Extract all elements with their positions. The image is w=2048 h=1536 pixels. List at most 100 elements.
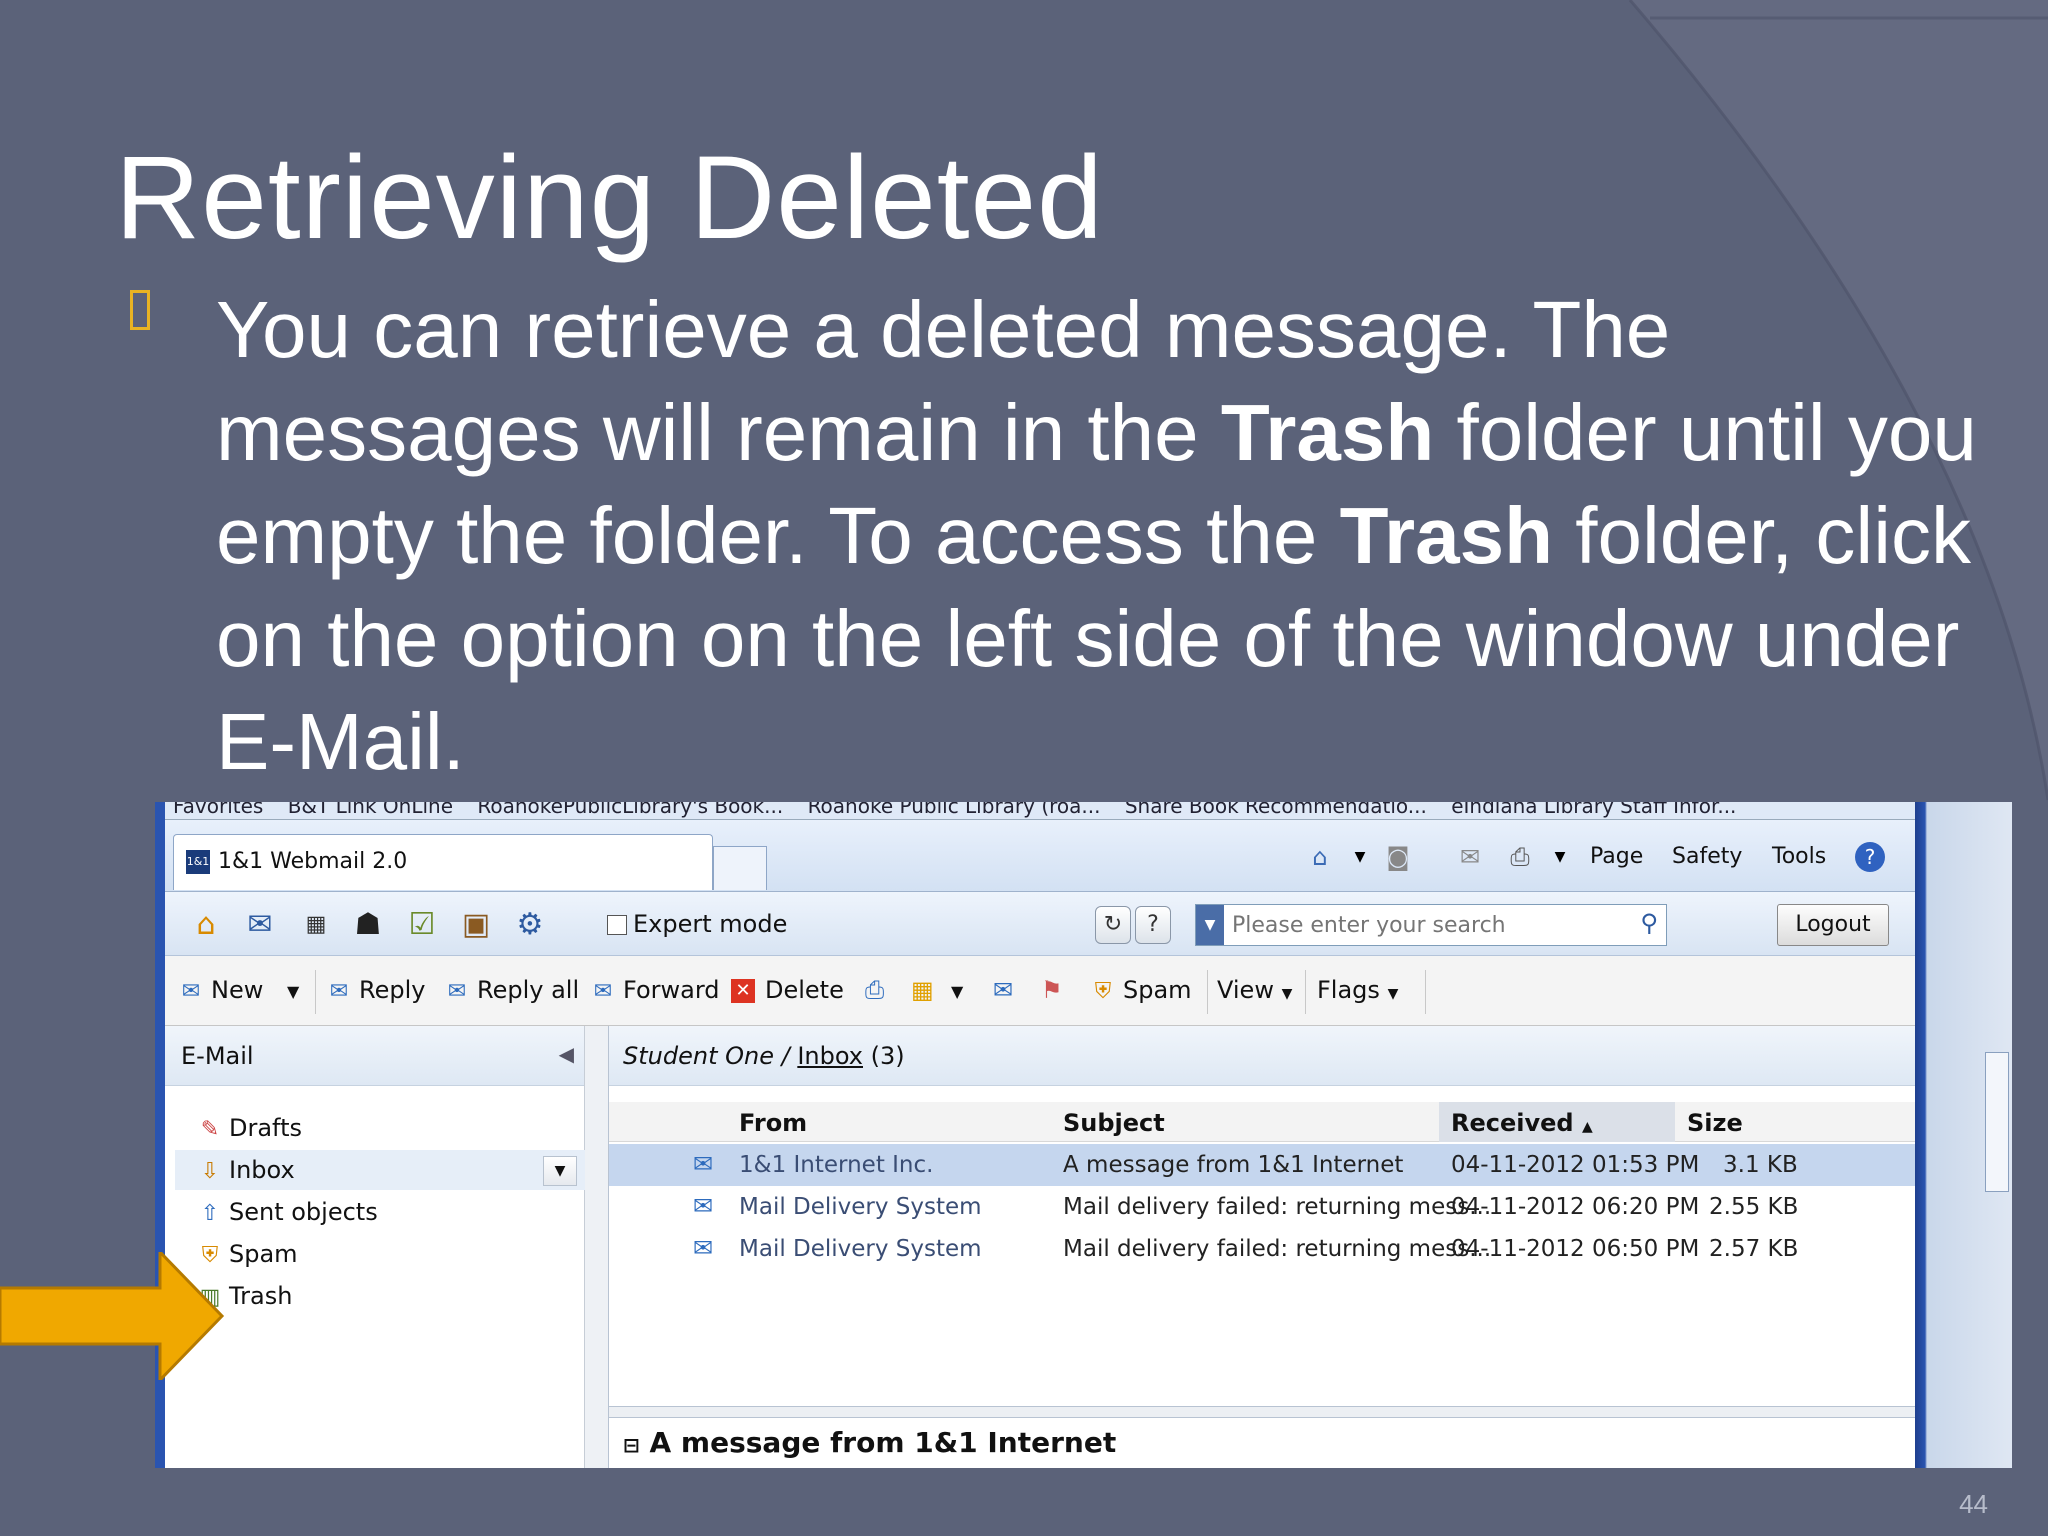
collapse-sidebar-icon[interactable]: ◀ (559, 1042, 574, 1066)
search-box: ▼ ⚲ (1195, 904, 1667, 946)
flags-menu[interactable]: Flags ▼ (1317, 976, 1398, 1004)
chevron-down-icon[interactable]: ▼ (1345, 842, 1375, 872)
preview-subject: ⊟ A message from 1&1 Internet (623, 1426, 1117, 1459)
contacts-icon[interactable]: ☗ (347, 904, 389, 946)
sent-icon: ⇧ (200, 1201, 220, 1226)
webmail-app-toolbar: ⌂ ✉ ▦ ☗ ☑ ▣ ⚙ Expert mode ↻ ? ▼ ⚲ Logout (165, 892, 1915, 956)
expert-mode-label: Expert mode (633, 910, 788, 938)
print-icon[interactable]: ⎙ (865, 976, 884, 1004)
folder-sidebar: E-Mail ◀ ✎ Drafts ⇩ Inbox ▼ ⇧ Sent objects ⛨ S… (165, 1026, 585, 1468)
tools-menu[interactable]: Tools (1772, 844, 1826, 869)
forward-button[interactable]: ✉ Forward (589, 976, 720, 1004)
view-menu[interactable]: View ▼ (1217, 976, 1292, 1004)
search-input[interactable] (1230, 909, 1610, 941)
pointer-arrow-icon (0, 1252, 225, 1380)
column-received[interactable]: Received ▲ (1451, 1109, 1593, 1137)
preview-splitter[interactable] (609, 1406, 1915, 1418)
folder-inbox[interactable]: ⇩ Inbox ▼ (175, 1150, 585, 1190)
favorites-link[interactable]: Roanoke Public Library (roa... (808, 802, 1101, 818)
breadcrumb-folder-link[interactable]: Inbox (797, 1042, 863, 1070)
scrollbar-thumb[interactable] (1985, 1052, 2009, 1192)
email-icon[interactable]: ✉ (239, 904, 281, 946)
folder-sent[interactable]: ⇧ Sent objects (195, 1192, 575, 1232)
home-icon[interactable]: ⌂ (1305, 842, 1335, 872)
search-icon[interactable]: ⚲ (1640, 909, 1658, 937)
sort-ascending-icon: ▲ (1581, 1119, 1593, 1135)
browser-tab-row: 1&1 1&1 Webmail 2.0 ⌂ ▼ ◙ ✉ ⎙ ▼ Page Safe… (155, 820, 1915, 892)
envelope-icon: ✉ (693, 1150, 714, 1178)
settings-gear-icon[interactable]: ⚙ (509, 904, 551, 946)
folder-drafts[interactable]: ✎ Drafts (195, 1108, 575, 1148)
favorites-link[interactable]: eIndiana Library Staff Infor... (1451, 802, 1736, 818)
reply-all-button[interactable]: ✉ Reply all (443, 976, 579, 1004)
expert-mode-checkbox[interactable] (607, 915, 627, 935)
expert-mode-toggle[interactable]: Expert mode (607, 910, 787, 938)
message-list-pane: Student One / Inbox (3) From Subject Rec… (609, 1026, 1915, 1468)
column-size[interactable]: Size (1687, 1109, 1743, 1137)
bullet-marker-icon (130, 290, 150, 330)
collapse-icon[interactable]: ⊟ (623, 1433, 640, 1457)
table-row[interactable]: ✉ Mail Delivery System Mail delivery fai… (609, 1228, 1915, 1270)
table-row[interactable]: ✉ Mail Delivery System Mail delivery fai… (609, 1186, 1915, 1228)
delete-button[interactable]: ✕ Delete (731, 976, 844, 1004)
toolbar-divider (1425, 970, 1426, 1014)
favorites-bar: Favorites B&T Link OnLine RoanokePublicL… (155, 802, 2012, 820)
site-favicon-icon: 1&1 (186, 850, 210, 874)
briefcase-icon[interactable]: ▣ (455, 904, 497, 946)
read-mail-icon[interactable]: ✉ (1455, 842, 1485, 872)
slide-number: 44 (1959, 1489, 1988, 1519)
sidebar-splitter[interactable] (585, 1026, 609, 1468)
refresh-button[interactable]: ↻ (1095, 906, 1131, 944)
home-icon[interactable]: ⌂ (185, 904, 227, 946)
page-menu[interactable]: Page (1590, 844, 1643, 869)
sidebar-header: E-Mail ◀ (165, 1026, 584, 1086)
browser-tab[interactable]: 1&1 1&1 Webmail 2.0 (173, 834, 713, 890)
folder-spam[interactable]: ⛨ Spam (195, 1234, 575, 1274)
safety-menu[interactable]: Safety (1672, 844, 1742, 869)
print-icon[interactable]: ⎙ (1505, 842, 1535, 872)
search-scope-dropdown[interactable]: ▼ (1196, 905, 1224, 945)
toolbar-divider (1305, 970, 1306, 1014)
reply-all-icon: ✉ (447, 979, 467, 1004)
toolbar-divider (315, 970, 316, 1014)
tasks-icon[interactable]: ☑ (401, 904, 443, 946)
move-icon[interactable]: ▦ (911, 976, 934, 1004)
help-icon[interactable]: ? (1855, 842, 1885, 872)
toolbar-divider (1207, 970, 1208, 1014)
webmail-screenshot: Favorites B&T Link OnLine RoanokePublicL… (155, 802, 2012, 1468)
reply-button[interactable]: ✉ Reply (325, 976, 426, 1004)
rss-feed-icon[interactable]: ◙ (1383, 842, 1413, 872)
mark-read-icon[interactable]: ✉ (993, 976, 1013, 1004)
new-button[interactable]: ✉ New (177, 976, 264, 1004)
favorites-link[interactable]: B&T Link OnLine (288, 802, 453, 818)
new-tab-button[interactable] (713, 846, 767, 890)
chevron-down-icon[interactable]: ▼ (1545, 842, 1575, 872)
column-from[interactable]: From (739, 1109, 807, 1137)
move-dropdown[interactable]: ▼ (951, 982, 963, 1001)
help-button[interactable]: ? (1135, 906, 1171, 944)
message-table-header: From Subject Received ▲ Size (609, 1102, 1915, 1142)
flag-sender-icon[interactable]: ⚑ (1041, 976, 1063, 1004)
favorites-link[interactable]: Share Book Recommendatio... (1125, 802, 1427, 818)
envelope-icon: ✉ (693, 1192, 714, 1220)
breadcrumb: Student One / Inbox (3) (609, 1026, 1915, 1086)
calendar-icon[interactable]: ▦ (295, 904, 337, 946)
logout-button[interactable]: Logout (1777, 904, 1889, 946)
column-subject[interactable]: Subject (1063, 1109, 1165, 1137)
table-row[interactable]: ✉ 1&1 Internet Inc. A message from 1&1 I… (609, 1144, 1915, 1186)
folder-options-dropdown[interactable]: ▼ (543, 1156, 577, 1186)
delete-icon: ✕ (731, 979, 755, 1003)
new-mail-icon: ✉ (181, 979, 201, 1004)
slide-body-text: You can retrieve a deleted message. The … (216, 285, 1977, 786)
new-options-dropdown[interactable]: ▼ (287, 982, 299, 1001)
spam-shield-icon: ⛨ (1094, 979, 1112, 1004)
inbox-icon: ⇩ (200, 1159, 220, 1184)
forward-icon: ✉ (593, 979, 613, 1004)
envelope-icon: ✉ (693, 1234, 714, 1262)
spam-button[interactable]: ⛨ Spam (1089, 976, 1192, 1004)
favorites-link[interactable]: RoanokePublicLibrary's Book... (477, 802, 783, 818)
favorites-link[interactable]: Favorites (173, 802, 263, 818)
slide-title: Retrieving Deleted (115, 132, 1104, 264)
reply-icon: ✉ (329, 979, 349, 1004)
folder-trash[interactable]: ▥ Trash (195, 1276, 575, 1316)
